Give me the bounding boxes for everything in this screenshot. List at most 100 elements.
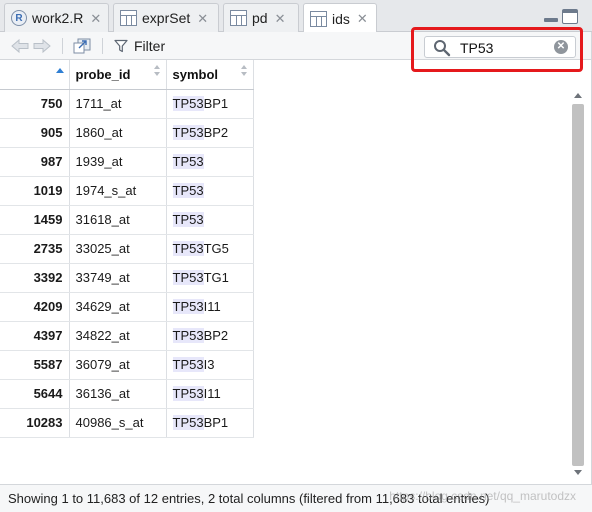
close-icon[interactable]: ✕	[357, 12, 368, 25]
table-row[interactable]: 4397 34822_at TP53BP2	[0, 321, 254, 351]
column-header-symbol[interactable]: symbol	[166, 60, 254, 90]
tab-label: ids	[332, 10, 350, 27]
symbol-cell: TP53I3	[166, 350, 254, 380]
funnel-icon	[114, 39, 128, 53]
table-row[interactable]: 2735 33025_at TP53TG5	[0, 234, 254, 264]
watermark-text: https://blog.csdn.net/qq_marutodzx	[389, 489, 576, 503]
table-row[interactable]: 5644 36136_at TP53I11	[0, 379, 254, 409]
filter-label: Filter	[134, 38, 166, 54]
search-match-highlight: TP53	[172, 96, 204, 111]
symbol-suffix: I3	[203, 357, 215, 372]
toolbar-divider	[102, 38, 103, 54]
data-grid-icon	[230, 10, 247, 26]
minimize-pane-icon[interactable]	[543, 10, 559, 24]
sort-icon	[153, 65, 160, 79]
symbol-cell: TP53BP1	[166, 408, 254, 438]
tab-pd[interactable]: pd ✕	[223, 3, 299, 32]
row-number-cell: 1019	[0, 176, 70, 206]
column-header-probe-id[interactable]: probe_id	[69, 60, 167, 90]
editor-tab-strip: R work2.R ✕ exprSet ✕ pd ✕ ids ✕	[0, 0, 592, 33]
data-table: probe_id symbol 750 1711_at TP53BP1 905 1860…	[0, 60, 254, 438]
search-match-highlight: TP53	[172, 212, 204, 227]
close-icon[interactable]: ✕	[275, 12, 286, 25]
symbol-suffix: BP2	[203, 328, 229, 343]
tab-label: pd	[252, 10, 268, 26]
symbol-suffix: I11	[203, 299, 221, 314]
column-header-label: symbol	[172, 66, 219, 82]
search-match-highlight: TP53	[172, 125, 204, 140]
symbol-cell: TP53TG5	[166, 234, 254, 264]
symbol-cell: TP53TG1	[166, 263, 254, 293]
data-grid-icon	[310, 10, 327, 27]
toolbar-divider	[62, 38, 63, 54]
symbol-cell: TP53	[166, 176, 254, 206]
tab-work2-r[interactable]: R work2.R ✕	[4, 3, 109, 32]
table-row[interactable]: 1019 1974_s_at TP53	[0, 176, 254, 206]
data-viewer-toolbar: Filter TP53 ✕	[0, 32, 592, 60]
clear-search-icon[interactable]: ✕	[554, 40, 568, 54]
table-row[interactable]: 3392 33749_at TP53TG1	[0, 263, 254, 293]
symbol-cell: TP53I11	[166, 379, 254, 409]
table-row[interactable]: 4209 34629_at TP53I11	[0, 292, 254, 322]
search-match-highlight: TP53	[172, 154, 204, 169]
column-header-rownum[interactable]	[0, 60, 70, 90]
row-number-cell: 2735	[0, 234, 70, 264]
probe-id-cell: 34822_at	[69, 321, 167, 351]
probe-id-cell: 31618_at	[69, 205, 167, 235]
table-row[interactable]: 987 1939_at TP53	[0, 147, 254, 177]
probe-id-cell: 1860_at	[69, 118, 167, 148]
probe-id-cell: 33749_at	[69, 263, 167, 293]
search-icon	[434, 40, 451, 57]
symbol-suffix: BP1	[203, 415, 229, 430]
close-icon[interactable]: ✕	[197, 12, 208, 25]
symbol-suffix: TG1	[203, 270, 229, 285]
symbol-cell: TP53	[166, 205, 254, 235]
tab-ids[interactable]: ids ✕	[303, 3, 377, 33]
open-in-window-icon[interactable]	[72, 37, 92, 55]
search-match-highlight: TP53	[172, 415, 204, 430]
forward-arrow-icon[interactable]	[32, 37, 52, 55]
table-row[interactable]: 1459 31618_at TP53	[0, 205, 254, 235]
data-grid-icon	[120, 10, 137, 26]
pane-window-controls	[543, 9, 578, 24]
symbol-suffix: BP2	[203, 125, 229, 140]
data-grid: probe_id symbol 750 1711_at TP53BP1 905 1860…	[0, 60, 254, 438]
table-row[interactable]: 5587 36079_at TP53I3	[0, 350, 254, 380]
search-input[interactable]: TP53 ✕	[424, 36, 576, 58]
close-icon[interactable]: ✕	[90, 12, 101, 25]
search-match-highlight: TP53	[172, 357, 204, 372]
table-row[interactable]: 905 1860_at TP53BP2	[0, 118, 254, 148]
maximize-pane-icon[interactable]	[562, 9, 578, 24]
tab-exprset[interactable]: exprSet ✕	[113, 3, 219, 32]
tab-label: exprSet	[142, 10, 191, 26]
symbol-suffix: TG5	[203, 241, 229, 256]
scroll-up-icon[interactable]	[574, 93, 582, 98]
row-number-cell: 750	[0, 89, 70, 119]
table-row[interactable]: 10283 40986_s_at TP53BP1	[0, 408, 254, 438]
search-value: TP53	[460, 40, 494, 56]
table-row[interactable]: 750 1711_at TP53BP1	[0, 89, 254, 119]
scrollbar-thumb[interactable]	[572, 104, 584, 466]
vertical-scrollbar[interactable]	[570, 89, 586, 481]
symbol-cell: TP53BP2	[166, 118, 254, 148]
probe-id-cell: 40986_s_at	[69, 408, 167, 438]
filter-button[interactable]: Filter	[114, 36, 165, 56]
search-match-highlight: TP53	[172, 241, 204, 256]
probe-id-cell: 1939_at	[69, 147, 167, 177]
r-script-icon: R	[11, 10, 27, 26]
back-arrow-icon[interactable]	[10, 37, 30, 55]
sort-icon	[240, 65, 247, 79]
symbol-suffix: I11	[203, 386, 221, 401]
row-number-cell: 10283	[0, 408, 70, 438]
search-match-highlight: TP53	[172, 386, 204, 401]
row-number-cell: 987	[0, 147, 70, 177]
sort-ascending-icon	[55, 68, 64, 73]
scroll-down-icon[interactable]	[574, 470, 582, 475]
row-number-cell: 4209	[0, 292, 70, 322]
search-match-highlight: TP53	[172, 183, 204, 198]
row-number-cell: 5644	[0, 379, 70, 409]
tab-label: work2.R	[32, 10, 84, 26]
row-number-cell: 3392	[0, 263, 70, 293]
probe-id-cell: 34629_at	[69, 292, 167, 322]
table-header-row: probe_id symbol	[0, 60, 254, 90]
